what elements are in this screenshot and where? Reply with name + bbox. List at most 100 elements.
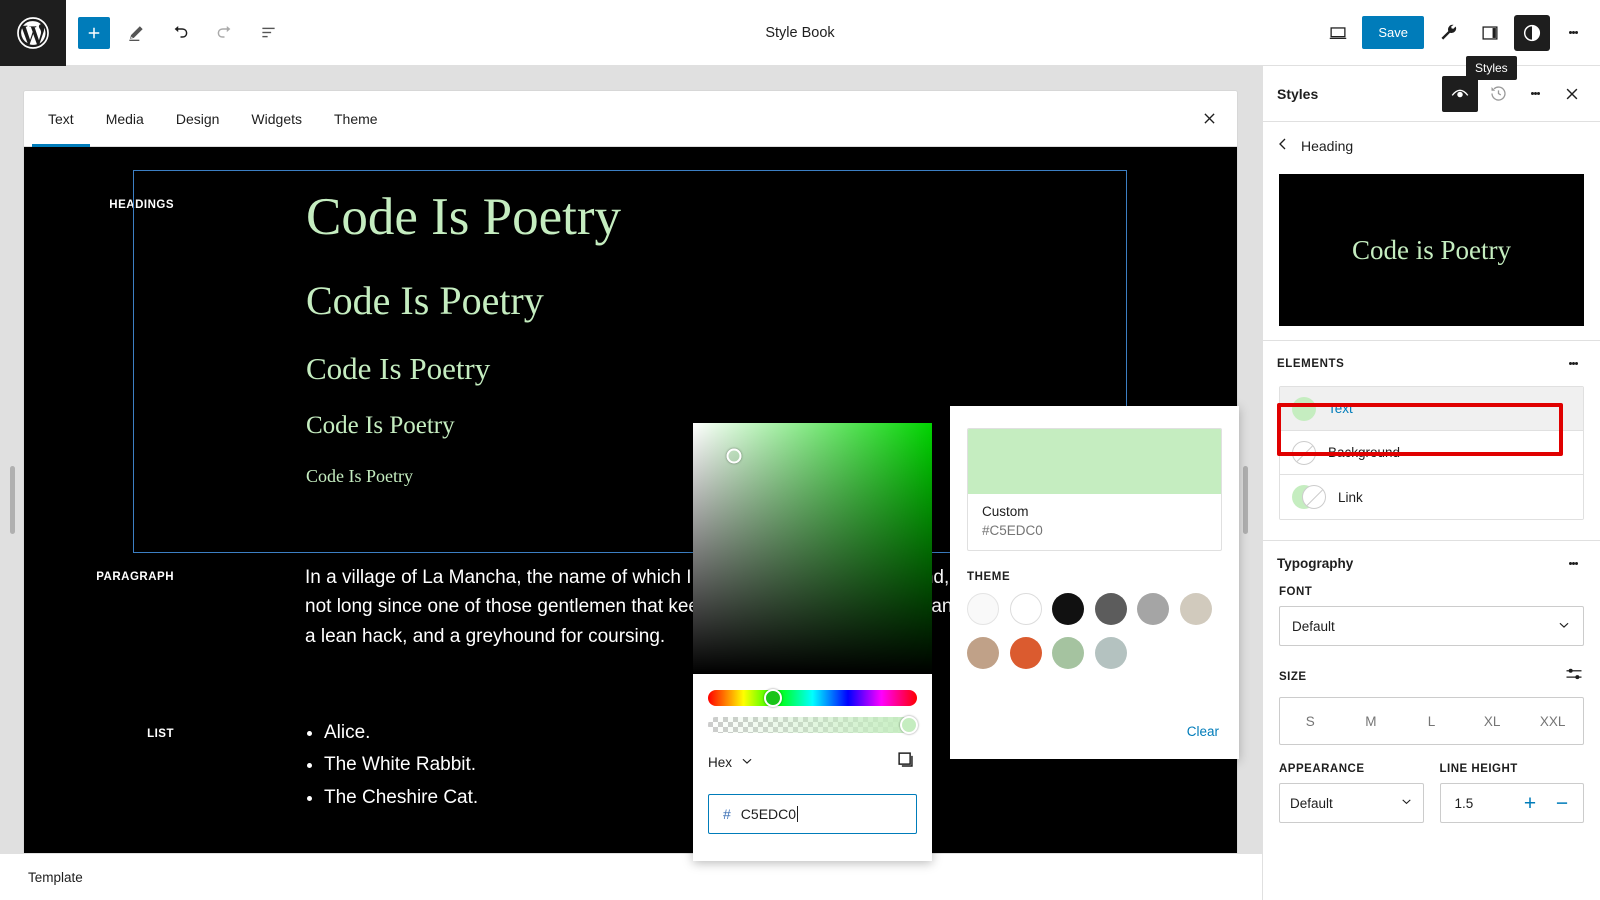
alpha-slider-handle[interactable] bbox=[900, 716, 918, 734]
tab-theme[interactable]: Theme bbox=[318, 91, 394, 146]
style-book-tabs: Text Media Design Widgets Theme bbox=[24, 91, 1237, 147]
line-height-stepper[interactable]: 1.5 + − bbox=[1439, 783, 1584, 823]
clear-color-button[interactable]: Clear bbox=[1187, 724, 1219, 739]
tab-widgets[interactable]: Widgets bbox=[235, 91, 318, 146]
size-settings-icon[interactable] bbox=[1564, 664, 1584, 689]
element-label: Text bbox=[1328, 401, 1353, 416]
appearance-select[interactable]: Default bbox=[1279, 783, 1424, 823]
font-select[interactable]: Default bbox=[1279, 606, 1584, 646]
heading-h1-sample: Code Is Poetry bbox=[306, 188, 622, 246]
color-format-value: Hex bbox=[708, 755, 733, 770]
custom-color-name: Custom bbox=[982, 504, 1029, 519]
palette-swatch[interactable] bbox=[967, 593, 999, 625]
hex-input-field[interactable]: # C5EDC0 bbox=[708, 794, 917, 834]
device-preview-icon[interactable] bbox=[1320, 15, 1356, 51]
heading-h2-sample: Code Is Poetry bbox=[306, 277, 544, 323]
canvas-left-resize-handle[interactable] bbox=[10, 466, 15, 534]
paragraph-section-label: PARAGRAPH bbox=[96, 571, 174, 583]
save-button[interactable]: Save bbox=[1362, 16, 1424, 49]
color-format-select[interactable]: Hex bbox=[708, 754, 754, 771]
canvas-right-resize-handle[interactable] bbox=[1243, 466, 1248, 534]
color-palette-popover: Custom #C5EDC0 THEME Clear bbox=[950, 406, 1239, 759]
hash-prefix: # bbox=[723, 806, 731, 822]
close-style-book-button[interactable] bbox=[1181, 91, 1237, 146]
edit-mode-button[interactable] bbox=[118, 15, 154, 51]
line-height-decrement-button[interactable]: − bbox=[1549, 788, 1575, 818]
styles-sidebar: Styles Heading Code is Poetry ELEMENTS T… bbox=[1262, 66, 1600, 900]
hue-slider[interactable] bbox=[708, 689, 917, 707]
palette-swatch[interactable] bbox=[1009, 593, 1042, 625]
custom-color-card[interactable]: Custom #C5EDC0 bbox=[967, 428, 1222, 551]
styles-more-options-icon[interactable] bbox=[1518, 76, 1552, 112]
chevron-down-icon bbox=[740, 754, 754, 771]
undo-button[interactable] bbox=[162, 15, 198, 51]
element-row-background[interactable]: Background bbox=[1280, 431, 1583, 475]
style-book-eye-icon[interactable] bbox=[1442, 75, 1478, 112]
saturation-value-area[interactable] bbox=[693, 423, 932, 674]
size-option-xxl[interactable]: XXL bbox=[1522, 698, 1583, 744]
wordpress-logo-icon[interactable] bbox=[0, 0, 66, 66]
add-block-button[interactable] bbox=[78, 16, 110, 49]
palette-swatch[interactable] bbox=[1009, 637, 1042, 669]
tab-text[interactable]: Text bbox=[32, 91, 90, 147]
palette-swatch[interactable] bbox=[1052, 637, 1084, 669]
editor-bottom-bar: Template bbox=[0, 853, 1262, 900]
elements-section-header: ELEMENTS bbox=[1263, 340, 1600, 386]
sidebar-breadcrumb-label: Heading bbox=[1301, 138, 1354, 154]
tools-icon[interactable] bbox=[1430, 15, 1466, 51]
size-option-m[interactable]: M bbox=[1341, 698, 1402, 744]
element-label: Link bbox=[1338, 489, 1363, 505]
appearance-field: APPEARANCE Default bbox=[1279, 763, 1424, 823]
tab-design[interactable]: Design bbox=[160, 91, 236, 146]
styles-contrast-icon[interactable] bbox=[1514, 14, 1550, 51]
saturation-pointer-handle[interactable] bbox=[726, 448, 742, 464]
hue-slider-handle[interactable] bbox=[763, 689, 782, 707]
close-sidebar-icon[interactable] bbox=[1554, 76, 1590, 112]
link-color-swatch-icon bbox=[1292, 485, 1326, 509]
hex-input-value: C5EDC0 bbox=[740, 806, 799, 822]
color-sliders bbox=[693, 674, 932, 734]
elements-more-options-icon[interactable] bbox=[1556, 346, 1590, 382]
more-options-icon[interactable] bbox=[1556, 15, 1590, 51]
sidebar-breadcrumb-row[interactable]: Heading bbox=[1263, 122, 1600, 170]
revision-history-icon[interactable] bbox=[1480, 76, 1516, 112]
size-field-label: SIZE bbox=[1279, 670, 1307, 683]
redo-button[interactable] bbox=[206, 15, 242, 51]
color-picker-popover: Hex # C5EDC0 bbox=[693, 423, 932, 861]
palette-swatch[interactable] bbox=[1179, 593, 1212, 625]
line-height-field: LINE HEIGHT 1.5 + − bbox=[1439, 763, 1584, 823]
element-row-link[interactable]: Link bbox=[1280, 475, 1583, 519]
palette-swatch[interactable] bbox=[1137, 593, 1169, 625]
palette-swatch[interactable] bbox=[1052, 593, 1084, 625]
theme-palette-label: THEME bbox=[967, 571, 1011, 583]
appearance-field-label: APPEARANCE bbox=[1279, 763, 1365, 775]
chevron-left-icon[interactable] bbox=[1275, 136, 1291, 157]
size-option-s[interactable]: S bbox=[1280, 698, 1341, 744]
font-select-value: Default bbox=[1292, 618, 1335, 634]
line-height-value[interactable]: 1.5 bbox=[1449, 796, 1512, 811]
chevron-down-icon bbox=[1400, 795, 1413, 811]
theme-palette-grid bbox=[967, 593, 1222, 681]
appearance-lineheight-row: APPEARANCE Default LINE HEIGHT 1.5 + − bbox=[1279, 763, 1584, 823]
typography-section-header: Typography bbox=[1263, 540, 1600, 586]
copy-icon[interactable] bbox=[895, 749, 917, 776]
size-option-xl[interactable]: XL bbox=[1462, 698, 1523, 744]
custom-color-preview bbox=[968, 429, 1221, 494]
document-overview-icon[interactable] bbox=[250, 15, 286, 51]
palette-swatch[interactable] bbox=[967, 637, 999, 669]
alpha-slider[interactable] bbox=[708, 716, 918, 734]
heading-preview-text: Code is Poetry bbox=[1352, 234, 1511, 265]
breadcrumb[interactable]: Template bbox=[28, 870, 83, 885]
size-option-l[interactable]: L bbox=[1401, 698, 1462, 744]
palette-swatch[interactable] bbox=[1094, 593, 1127, 625]
typography-more-options-icon[interactable] bbox=[1556, 546, 1590, 582]
list-section-label: LIST bbox=[147, 728, 174, 740]
heading-preview-card: Code is Poetry bbox=[1279, 174, 1584, 326]
editor-top-bar: Style Book Save bbox=[0, 0, 1600, 66]
primary-tools-group bbox=[66, 15, 286, 51]
settings-sidebar-icon[interactable] bbox=[1472, 15, 1508, 51]
tab-media[interactable]: Media bbox=[90, 91, 160, 146]
line-height-increment-button[interactable]: + bbox=[1517, 788, 1543, 818]
palette-swatch[interactable] bbox=[1094, 637, 1127, 669]
element-row-text[interactable]: Text bbox=[1280, 387, 1583, 431]
